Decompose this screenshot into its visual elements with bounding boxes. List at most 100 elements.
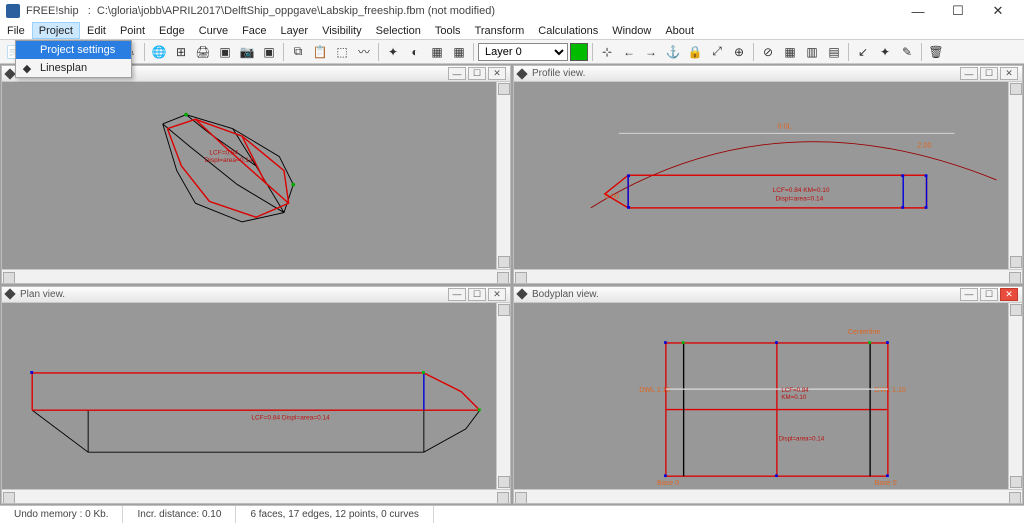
menu-dropdown-item[interactable]: ◆Linesplan xyxy=(16,59,131,77)
toolbar-button[interactable]: 📋 xyxy=(310,42,330,62)
toolbar-button[interactable]: ⬚ xyxy=(332,42,352,62)
pane-title-text: Profile view. xyxy=(532,68,585,79)
pane-close-button[interactable]: ✕ xyxy=(488,288,506,301)
scrollbar-horizontal[interactable] xyxy=(2,489,510,503)
menu-item-selection[interactable]: Selection xyxy=(369,22,428,39)
toolbar-button[interactable]: ▦ xyxy=(780,42,800,62)
toolbar-button[interactable]: ← xyxy=(619,42,639,62)
perspective-viewport[interactable]: LCF=0.84 Displ=area=0.14 xyxy=(2,82,510,269)
scrollbar-vertical[interactable] xyxy=(496,303,510,490)
window-title: FREE!ship : C:\gloria\jobb\APRIL2017\Del… xyxy=(26,5,898,17)
toolbar-button[interactable]: 🔒 xyxy=(685,42,705,62)
svg-text:LCF=0.84: LCF=0.84 xyxy=(209,150,238,157)
pane-header: Profile view. — ☐ ✕ xyxy=(514,66,1022,82)
toolbar-separator xyxy=(283,43,284,61)
pane-min-button[interactable]: — xyxy=(960,67,978,80)
status-geom: 6 faces, 17 edges, 12 points, 0 curves xyxy=(236,506,433,523)
layer-color-swatch[interactable] xyxy=(570,43,588,61)
menu-item-calculations[interactable]: Calculations xyxy=(531,22,605,39)
toolbar-button[interactable]: ▣ xyxy=(215,42,235,62)
toolbar-button[interactable]: ⊹ xyxy=(597,42,617,62)
menu-item-project[interactable]: Project xyxy=(32,22,80,39)
toolbar-button[interactable]: ⚓ xyxy=(663,42,683,62)
toolbar-button[interactable]: ✦ xyxy=(383,42,403,62)
scrollbar-horizontal[interactable] xyxy=(514,489,1022,503)
pane-max-button[interactable]: ☐ xyxy=(468,67,486,80)
toolbar-separator xyxy=(473,43,474,61)
toolbar-button[interactable]: 🖨 xyxy=(193,42,213,62)
plan-viewport[interactable]: LCF=0.84 Displ=area=0.14 xyxy=(2,303,510,490)
toolbar-button[interactable]: ⤢ xyxy=(707,42,727,62)
toolbar-button[interactable]: ▦ xyxy=(449,42,469,62)
scrollbar-vertical[interactable] xyxy=(1008,303,1022,490)
svg-text:Centerline: Centerline xyxy=(848,328,880,336)
pane-close-button[interactable]: ✕ xyxy=(1000,288,1018,301)
toolbar-button[interactable]: 📷 xyxy=(237,42,257,62)
menu-item-curve[interactable]: Curve xyxy=(192,22,235,39)
status-bar: Undo memory : 0 Kb. Incr. distance: 0.10… xyxy=(0,505,1024,523)
scrollbar-vertical[interactable] xyxy=(496,82,510,269)
pane-icon xyxy=(516,68,527,79)
pane-max-button[interactable]: ☐ xyxy=(980,67,998,80)
scrollbar-horizontal[interactable] xyxy=(2,269,510,283)
menu-item-point[interactable]: Point xyxy=(113,22,152,39)
profile-viewport[interactable]: 0.0L 2.00 0.00 LCF=0.84 KM=0.10 Displ=ar… xyxy=(514,82,1022,269)
toolbar-button[interactable]: ◐ xyxy=(405,42,425,62)
toolbar-button[interactable]: ▥ xyxy=(802,42,822,62)
pane-header: Bodyplan view. — ☐ ✕ xyxy=(514,287,1022,303)
toolbar-button[interactable]: 🗑 xyxy=(926,42,946,62)
pane-max-button[interactable]: ☐ xyxy=(980,288,998,301)
layer-select[interactable]: Layer 0 xyxy=(478,43,568,61)
toolbar-button[interactable]: ▦ xyxy=(427,42,447,62)
menu-item-visibility[interactable]: Visibility xyxy=(315,22,369,39)
close-button[interactable]: ✕ xyxy=(978,0,1018,22)
toolbar-separator xyxy=(378,43,379,61)
svg-text:LCF=0.84: LCF=0.84 xyxy=(781,386,809,393)
pane-min-button[interactable]: — xyxy=(448,288,466,301)
workspace: Perspective view. — ☐ ✕ xyxy=(0,64,1024,505)
svg-text:Base 0: Base 0 xyxy=(875,479,897,487)
menu-item-file[interactable]: File xyxy=(0,22,32,39)
toolbar-button[interactable]: ▤ xyxy=(824,42,844,62)
menu-dropdown-item[interactable]: Project settings xyxy=(16,41,131,59)
menu-item-edit[interactable]: Edit xyxy=(80,22,113,39)
title-bar: FREE!ship : C:\gloria\jobb\APRIL2017\Del… xyxy=(0,0,1024,22)
pane-close-button[interactable]: ✕ xyxy=(1000,67,1018,80)
pane-max-button[interactable]: ☐ xyxy=(468,288,486,301)
minimize-button[interactable]: — xyxy=(898,0,938,22)
bodyplan-viewport[interactable]: Centerline DWL 1.10 DWL 1.10 Base 0 Base… xyxy=(514,303,1022,490)
svg-text:0.0L: 0.0L xyxy=(777,122,792,131)
toolbar-button[interactable]: ↙ xyxy=(853,42,873,62)
menu-item-layer[interactable]: Layer xyxy=(274,22,316,39)
file-path: C:\gloria\jobb\APRIL2017\DelftShip_oppga… xyxy=(97,5,495,17)
perspective-pane: Perspective view. — ☐ ✕ xyxy=(1,65,511,284)
menu-item-edge[interactable]: Edge xyxy=(152,22,192,39)
toolbar-button[interactable]: ⧉ xyxy=(288,42,308,62)
main-toolbar: 📄📁💾⊞◇✎🌐⊞🖨▣📷▣⧉📋⬚〰✦◐▦▦Layer 0⊹←→⚓🔒⤢⊕⊘▦▥▤↙✦… xyxy=(0,40,1024,64)
menu-item-about[interactable]: About xyxy=(658,22,701,39)
pane-close-button[interactable]: ✕ xyxy=(488,67,506,80)
pane-min-button[interactable]: — xyxy=(960,288,978,301)
menu-item-label: Linesplan xyxy=(40,62,87,74)
menu-item-transform[interactable]: Transform xyxy=(468,22,532,39)
menu-item-tools[interactable]: Tools xyxy=(428,22,468,39)
toolbar-button[interactable]: ⊕ xyxy=(729,42,749,62)
toolbar-button[interactable]: 〰 xyxy=(354,42,374,62)
toolbar-separator xyxy=(921,43,922,61)
menu-item-face[interactable]: Face xyxy=(235,22,273,39)
toolbar-button[interactable]: ⊞ xyxy=(171,42,191,62)
toolbar-button[interactable]: → xyxy=(641,42,661,62)
maximize-button[interactable]: ☐ xyxy=(938,0,978,22)
profile-pane: Profile view. — ☐ ✕ 0.0L 2.00 0.00 xyxy=(513,65,1023,284)
toolbar-button[interactable]: ▣ xyxy=(259,42,279,62)
toolbar-button[interactable]: ⊘ xyxy=(758,42,778,62)
window-controls: — ☐ ✕ xyxy=(898,0,1018,22)
pane-min-button[interactable]: — xyxy=(448,67,466,80)
toolbar-button[interactable]: 🌐 xyxy=(149,42,169,62)
menu-item-window[interactable]: Window xyxy=(605,22,658,39)
toolbar-separator xyxy=(753,43,754,61)
scrollbar-horizontal[interactable] xyxy=(514,269,1022,283)
scrollbar-vertical[interactable] xyxy=(1008,82,1022,269)
toolbar-button[interactable]: ✎ xyxy=(897,42,917,62)
toolbar-button[interactable]: ✦ xyxy=(875,42,895,62)
